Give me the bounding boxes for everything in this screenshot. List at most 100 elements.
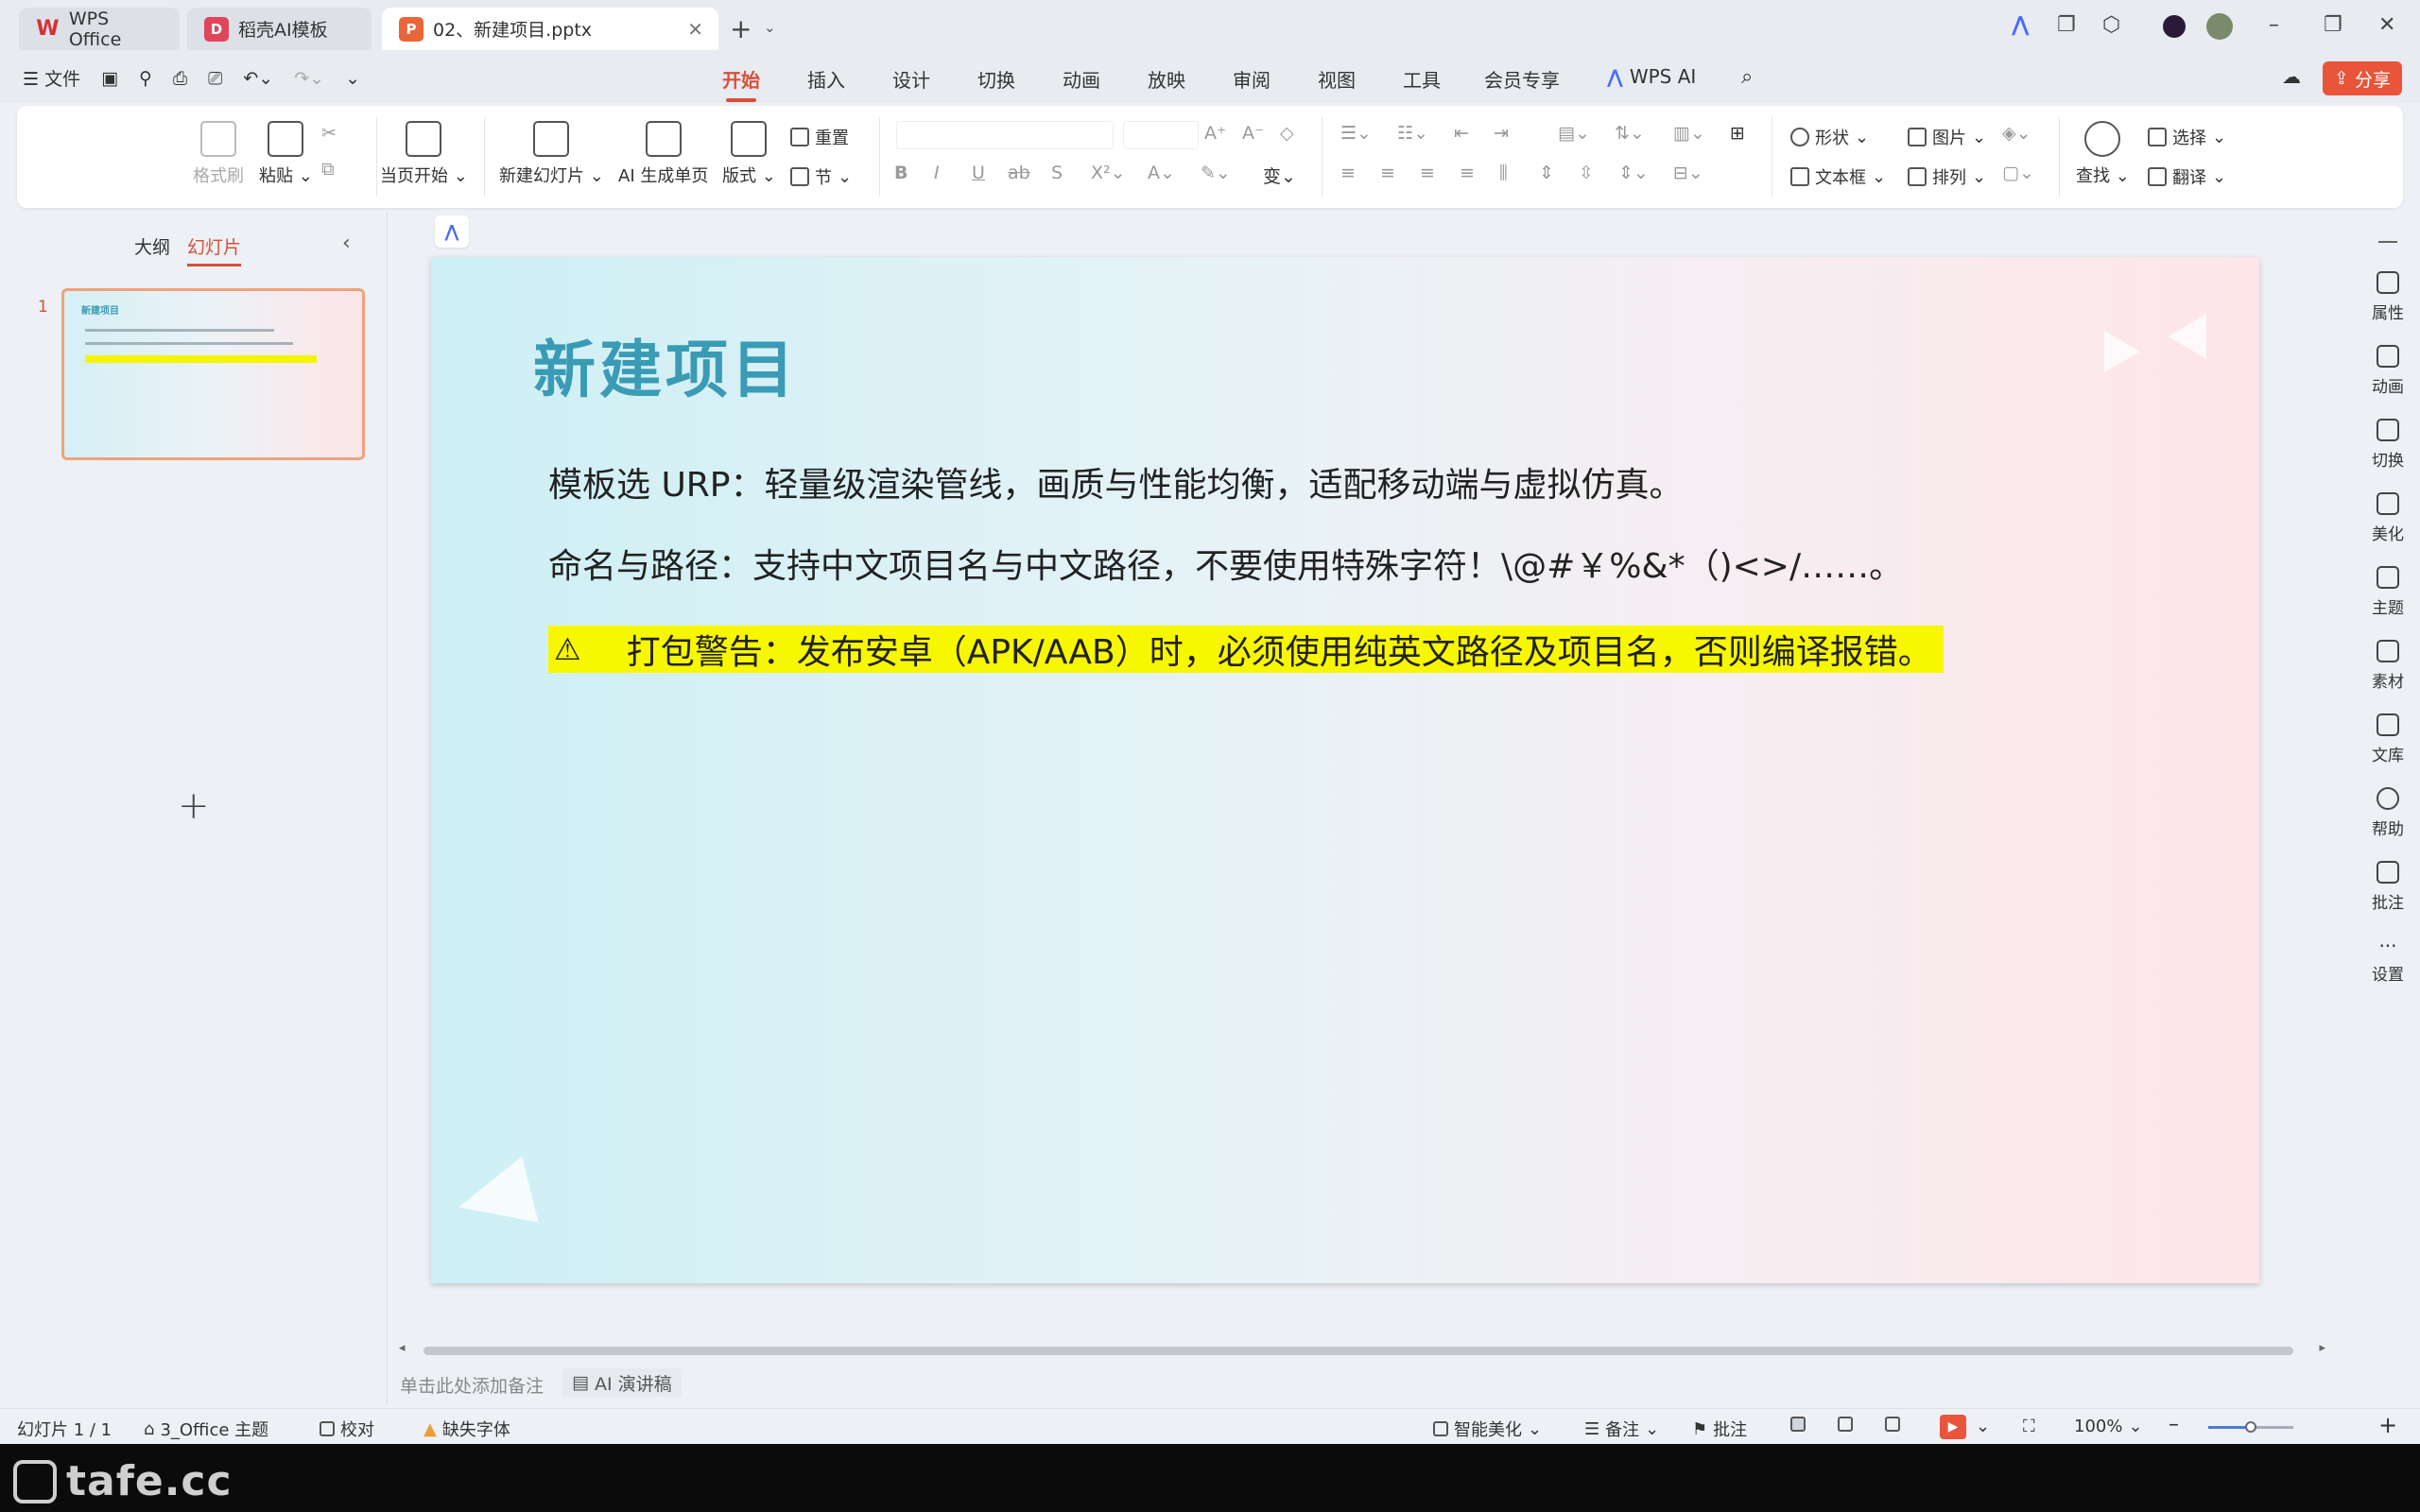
tab-wps-office[interactable]: W WPS Office xyxy=(19,8,180,50)
slide-title[interactable]: 新建项目 xyxy=(533,319,798,410)
outline-icon[interactable]: ▢⌄ xyxy=(2002,163,2034,183)
tab-tools[interactable]: 工具 xyxy=(1403,65,1441,93)
rail-comments[interactable]: 批注 xyxy=(2356,861,2420,913)
minimize-icon[interactable]: – xyxy=(2269,13,2279,37)
slideshow-dropdown-icon[interactable]: ⌄ xyxy=(1976,1417,1990,1436)
ai-assistant-avatar-icon[interactable] xyxy=(2163,15,2186,38)
rail-help[interactable]: 帮助 xyxy=(2356,787,2420,839)
tab-pptx-file[interactable]: P 02、新建项目.pptx ✕ xyxy=(382,8,718,50)
start-from-current-button[interactable]: 当页开始 ⌄ xyxy=(380,121,468,187)
underline-icon[interactable]: U xyxy=(972,163,985,183)
bold-icon[interactable]: B xyxy=(894,163,908,183)
tab-outline[interactable]: 大纲 xyxy=(134,233,170,259)
tab-animations[interactable]: 动画 xyxy=(1063,65,1100,93)
clear-format-icon[interactable]: ◇ xyxy=(1280,123,1294,144)
slide-canvas[interactable]: 新建项目 模板选 URP：轻量级渲染管线，画质与性能均衡，适配移动端与虚拟仿真。… xyxy=(431,257,2259,1283)
normal-view-icon[interactable] xyxy=(1790,1417,1806,1432)
rail-properties[interactable]: 属性 xyxy=(2356,271,2420,323)
italic-icon[interactable]: I xyxy=(934,163,940,183)
share-link-icon[interactable]: ⚲ xyxy=(139,68,152,89)
file-menu[interactable]: ☰ 文件 xyxy=(23,65,80,91)
section-button[interactable]: 节 ⌄ xyxy=(790,164,852,189)
cube-icon[interactable]: ⬡ xyxy=(2102,13,2120,37)
cloud-sync-icon[interactable]: ☁ xyxy=(2282,65,2301,88)
scrollbar-thumb[interactable] xyxy=(424,1347,2293,1355)
tab-design[interactable]: 设计 xyxy=(892,65,930,93)
wps-ai-float-icon[interactable]: ⋀ xyxy=(435,215,469,248)
missing-font-button[interactable]: ▲ 缺失字体 xyxy=(424,1417,510,1441)
translate-button[interactable]: 翻译 ⌄ xyxy=(2148,164,2226,189)
new-slide-button[interactable]: 新建幻灯片 ⌄ xyxy=(499,121,604,187)
textbox-button[interactable]: 文本框 ⌄ xyxy=(1790,164,1886,189)
font-family-select[interactable] xyxy=(896,121,1114,149)
share-button[interactable]: ⇪ 分享 xyxy=(2323,61,2402,95)
align-left-icon[interactable]: ≡ xyxy=(1340,163,1356,183)
notes-toggle-button[interactable]: ☰ 备注 ⌄ xyxy=(1584,1417,1659,1441)
select-button[interactable]: 选择 ⌄ xyxy=(2148,125,2226,149)
paragraph-spacing-icon[interactable]: ⇳ xyxy=(1579,163,1594,183)
rail-theme[interactable]: 主题 xyxy=(2356,566,2420,618)
layout-button[interactable]: 版式 ⌄ xyxy=(722,121,776,187)
window-layout-icon[interactable]: ❐ xyxy=(2057,13,2076,37)
more-chevron-icon[interactable]: ⌄ xyxy=(345,68,360,89)
search-icon[interactable]: ⌕ xyxy=(1741,65,1753,89)
font-size-select[interactable] xyxy=(1123,121,1199,149)
save-icon[interactable]: ▣ xyxy=(101,68,118,89)
zoom-slider-knob[interactable] xyxy=(2245,1421,2256,1433)
slide-body-line-2[interactable]: 命名与路径：支持中文项目名与中文路径，不要使用特殊字符！\@#￥%&*（)<>/… xyxy=(548,539,1903,588)
tab-slides[interactable]: 幻灯片 xyxy=(187,233,242,266)
proofread-button[interactable]: 校对 xyxy=(320,1417,374,1441)
tab-view[interactable]: 视图 xyxy=(1318,65,1356,93)
tab-wps-ai[interactable]: ⋀ WPS AI xyxy=(1607,65,1696,88)
decrease-font-icon[interactable]: A⁻ xyxy=(1242,123,1264,144)
find-button[interactable]: 查找 ⌄ xyxy=(2076,121,2130,187)
highlight-icon[interactable]: ✎⌄ xyxy=(1201,163,1231,183)
distribute-icon[interactable]: ⫼ xyxy=(1499,163,1508,183)
rail-animation[interactable]: 动画 xyxy=(2356,345,2420,397)
collapse-panel-icon[interactable]: ‹ xyxy=(342,232,351,255)
picture-button[interactable]: 图片 ⌄ xyxy=(1908,125,1986,149)
fit-window-icon[interactable]: ⛶ xyxy=(2023,1417,2035,1436)
convert-smartart-icon[interactable]: ⊞ xyxy=(1730,123,1745,144)
superscript-icon[interactable]: X²⌄ xyxy=(1091,163,1126,183)
scroll-left-icon[interactable]: ◂ xyxy=(399,1341,406,1355)
ai-speech-button[interactable]: ▤ AI 演讲稿 xyxy=(562,1368,682,1397)
slide-sorter-icon[interactable] xyxy=(1838,1417,1853,1432)
align-center-icon[interactable]: ≡ xyxy=(1380,163,1395,183)
tab-review[interactable]: 审阅 xyxy=(1233,65,1270,93)
slide-warning-line[interactable]: ⚠ 打包警告：发布安卓（APK/AAB）时，必须使用纯英文路径及项目名，否则编译… xyxy=(548,626,1944,673)
paste-button[interactable]: 粘贴 ⌄ xyxy=(259,121,313,187)
shadow-icon[interactable]: S xyxy=(1051,163,1063,183)
rail-materials[interactable]: 素材 xyxy=(2356,640,2420,692)
reset-button[interactable]: 重置 xyxy=(790,125,849,149)
comments-toggle-button[interactable]: ⚑ 批注 xyxy=(1692,1417,1747,1441)
chevron-down-icon[interactable]: ⌄ xyxy=(764,19,776,36)
print-preview-icon[interactable]: ⎚ xyxy=(208,68,222,89)
user-avatar[interactable] xyxy=(2206,13,2233,40)
format-painter-button[interactable]: 格式刷 xyxy=(193,121,244,187)
text-direction-icon[interactable]: ▤⌄ xyxy=(1558,123,1590,144)
ai-single-page-button[interactable]: AI 生成单页 xyxy=(618,121,708,187)
sort-icon[interactable]: ⇅⌄ xyxy=(1615,123,1645,144)
wps-ai-icon[interactable]: ⋀ xyxy=(2012,13,2030,37)
tab-home[interactable]: 开始 xyxy=(722,65,760,102)
redo-icon[interactable]: ↷⌄ xyxy=(294,68,324,89)
reading-view-icon[interactable] xyxy=(1885,1417,1900,1432)
rail-transition[interactable]: 切换 xyxy=(2356,419,2420,471)
tab-member[interactable]: 会员专享 xyxy=(1484,65,1560,93)
arrange-button[interactable]: 排列 ⌄ xyxy=(1908,164,1986,189)
copy-icon[interactable]: ⧉ xyxy=(321,159,335,180)
close-window-icon[interactable]: ✕ xyxy=(2378,13,2395,37)
slide-body-line-1[interactable]: 模板选 URP：轻量级渲染管线，画质与性能均衡，适配移动端与虚拟仿真。 xyxy=(548,457,1684,507)
add-slide-plus-icon[interactable]: + xyxy=(178,784,210,828)
tab-docer-ai-template[interactable]: D 稻壳AI模板 xyxy=(187,8,372,50)
zoom-in-icon[interactable]: + xyxy=(2378,1412,2397,1438)
smart-beautify-button[interactable]: 智能美化 ⌄ xyxy=(1433,1417,1542,1441)
close-tab-icon[interactable]: ✕ xyxy=(687,18,703,41)
tab-transitions[interactable]: 切换 xyxy=(977,65,1015,93)
zoom-level[interactable]: 100% ⌄ xyxy=(2074,1417,2143,1436)
rail-library[interactable]: 文库 xyxy=(2356,713,2420,765)
spacing-dropdown-icon[interactable]: ⇕⌄ xyxy=(1618,163,1649,183)
shape-button[interactable]: 形状 ⌄ xyxy=(1790,125,1869,149)
columns-icon[interactable]: ▥⌄ xyxy=(1673,123,1705,144)
